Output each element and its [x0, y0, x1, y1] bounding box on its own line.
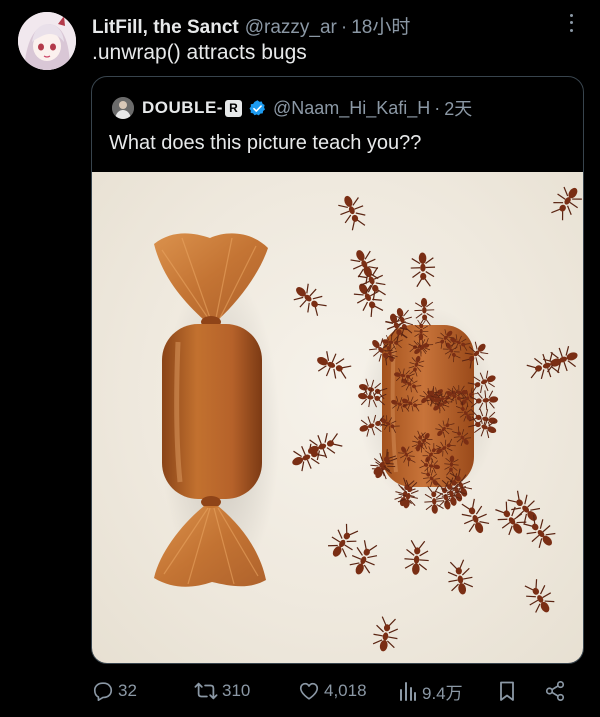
more-options-button[interactable]: [564, 12, 578, 34]
tweet-timestamp[interactable]: 18小时: [351, 12, 410, 39]
ant-icon: [349, 540, 378, 575]
tweet[interactable]: LitFill, the Sanct @razzy_ar · 18小时 .unw…: [0, 0, 600, 717]
reply-button[interactable]: 32: [92, 676, 137, 706]
retweet-button[interactable]: 310: [194, 676, 250, 706]
author-handle[interactable]: @razzy_ar: [245, 17, 337, 39]
ant-icon: [524, 579, 555, 613]
quote-text: What does this picture teach you??: [109, 132, 422, 154]
candy-ants-illustration: [154, 186, 582, 652]
anime-avatar-icon: [18, 12, 76, 70]
action-bar: 32 310 4,018 9.4万: [0, 676, 600, 706]
reply-count: 32: [118, 681, 137, 700]
ant-icon: [328, 523, 359, 558]
views-chart-icon: [400, 682, 416, 701]
wrapped-candy: [154, 233, 280, 590]
ant-icon: [338, 195, 366, 231]
separator-dot: ·: [340, 17, 348, 38]
quote-author-avatar[interactable]: [112, 97, 134, 119]
more-options-dot: [569, 21, 573, 25]
ant-icon: [410, 252, 436, 288]
views-button[interactable]: 9.4万: [398, 676, 463, 706]
verified-badge-icon: [249, 99, 265, 115]
ant-icon: [317, 351, 352, 379]
ant-icon: [461, 498, 490, 534]
share-icon: [545, 681, 565, 701]
ant-icon: [372, 616, 399, 652]
author-avatar[interactable]: [18, 12, 76, 70]
bookmark-icon: [500, 681, 514, 701]
author-name[interactable]: LitFill, the Sanct: [92, 17, 239, 39]
quote-header: DOUBLE- R @Naam_Hi_Kafi_H · 2天: [112, 95, 472, 121]
more-options-dot: [569, 28, 573, 32]
quoted-tweet[interactable]: DOUBLE- R @Naam_Hi_Kafi_H · 2天 What does…: [91, 76, 584, 664]
ant-icon: [404, 540, 429, 575]
r-badge: R: [224, 99, 242, 117]
quote-author-handle[interactable]: @Naam_Hi_Kafi_H: [273, 98, 430, 119]
bookmark-button[interactable]: [497, 676, 521, 706]
candy-ants-photo[interactable]: [92, 172, 583, 663]
person-avatar-icon: [112, 97, 134, 119]
retweet-count: 310: [222, 681, 251, 700]
view-count: 9.4万: [422, 683, 463, 703]
retweet-icon: [194, 682, 218, 700]
ant-icon: [542, 346, 578, 373]
ant-icon: [551, 186, 582, 221]
like-button[interactable]: 4,018: [298, 676, 367, 706]
ant-icon: [350, 250, 379, 285]
ant-icon: [447, 559, 474, 595]
share-button[interactable]: [544, 676, 570, 706]
more-options-icon: [569, 14, 573, 18]
like-count: 4,018: [324, 681, 367, 700]
ant-icon: [293, 283, 327, 316]
heart-icon: [299, 682, 319, 700]
tweet-text: .unwrap() attracts bugs: [92, 41, 307, 64]
reply-icon: [93, 682, 113, 701]
quote-author-name[interactable]: DOUBLE-: [142, 98, 223, 118]
tweet-header: LitFill, the Sanct @razzy_ar · 18小时: [92, 12, 410, 39]
separator-dot: ·: [434, 97, 441, 118]
ant-icon: [307, 432, 343, 461]
quote-timestamp[interactable]: 2天: [444, 95, 472, 121]
